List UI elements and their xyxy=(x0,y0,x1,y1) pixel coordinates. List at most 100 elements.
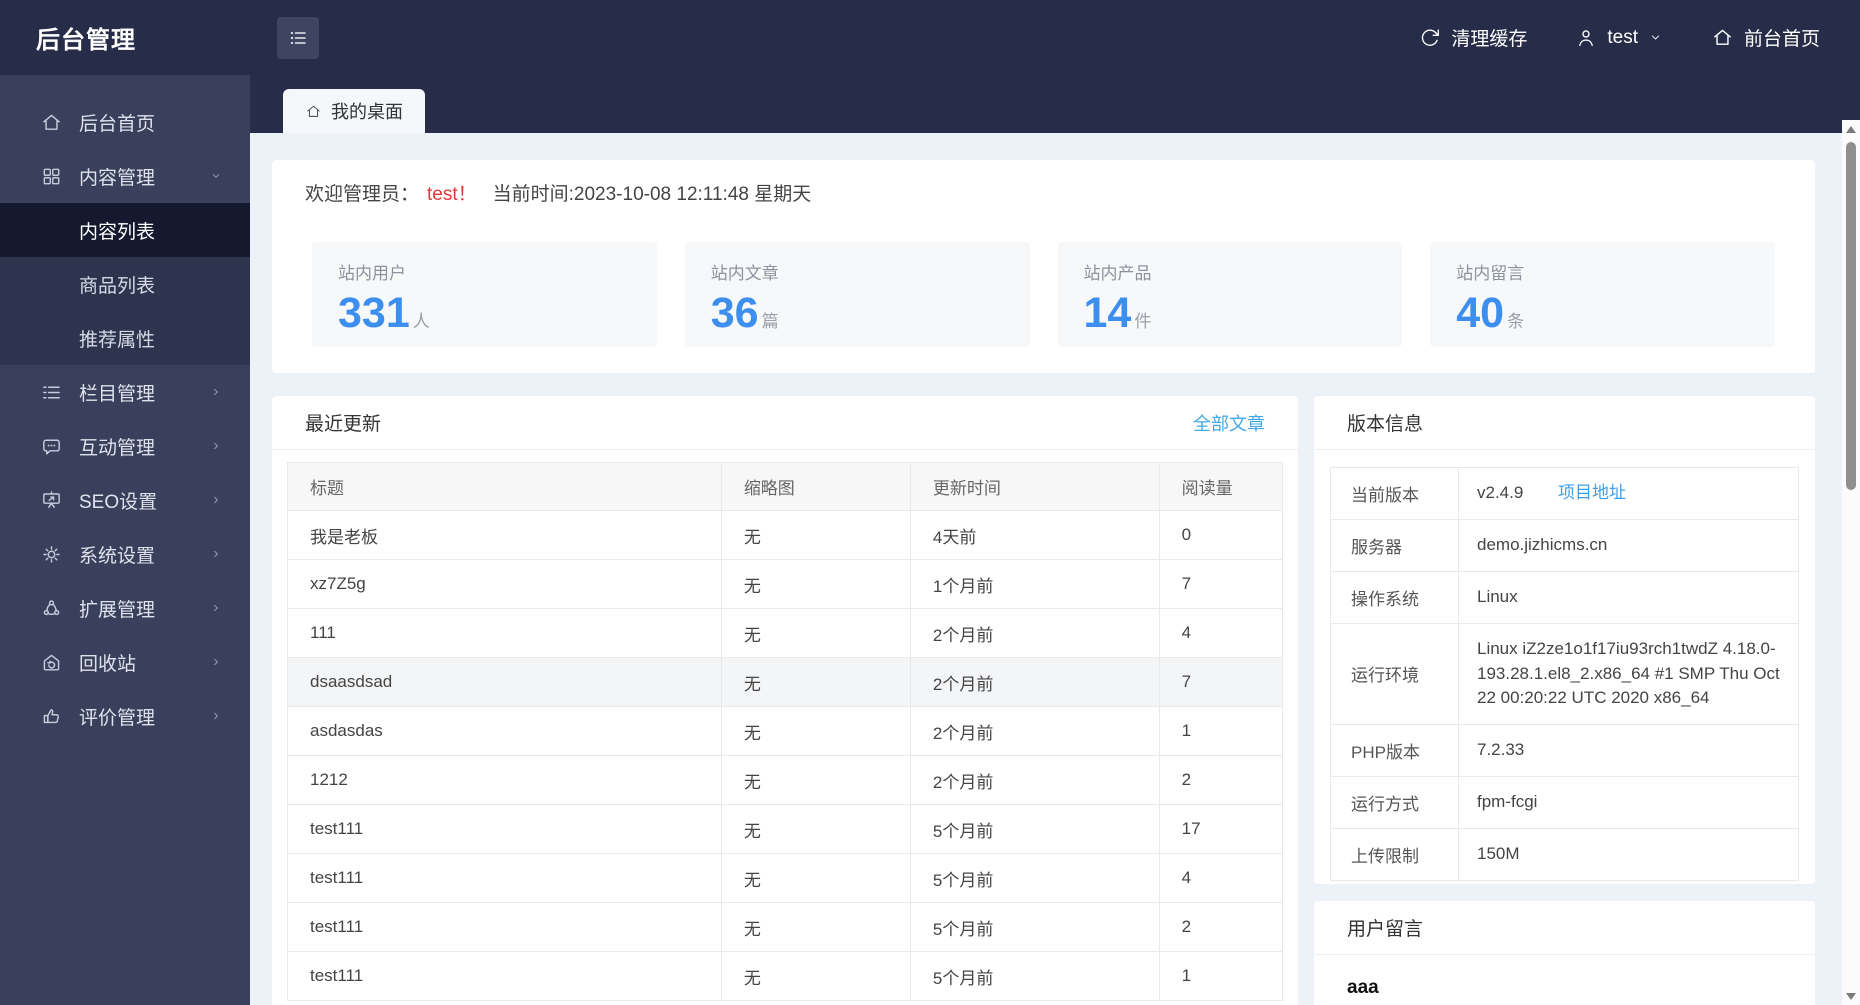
scroll-down-arrow[interactable] xyxy=(1846,993,1856,1000)
version-label: 运行环境 xyxy=(1330,623,1459,725)
table-row: xz7Z5g 无 1个月前 7 xyxy=(287,559,1284,609)
sidebar-item-content-mgmt[interactable]: 内容管理 xyxy=(0,149,250,203)
table-row: 1212 无 2个月前 2 xyxy=(287,755,1284,805)
chevron-right-icon xyxy=(214,712,218,720)
recycle-icon xyxy=(43,654,60,671)
sidebar-item-interaction-mgmt[interactable]: 互动管理 xyxy=(0,419,250,473)
cell-views: 0 xyxy=(1158,510,1284,560)
cell-views: 1 xyxy=(1158,951,1284,1001)
clear-cache-label: 清理缓存 xyxy=(1451,29,1528,50)
welcome-username: test！ xyxy=(427,183,477,205)
chevron-right-icon xyxy=(214,658,218,666)
version-label: 操作系统 xyxy=(1330,571,1459,624)
cell-title: dsaasdsad xyxy=(287,657,722,707)
username-label: test xyxy=(1607,26,1638,48)
sidebar-item-dashboard[interactable]: 后台首页 xyxy=(0,95,250,149)
cell-thumb: 无 xyxy=(720,853,911,903)
cell-title: test111 xyxy=(287,951,722,1001)
cell-time: 2个月前 xyxy=(909,657,1160,707)
version-value: 7.2.33 xyxy=(1458,723,1799,777)
sidebar-subitem-content-list[interactable]: 内容列表 xyxy=(0,203,250,257)
cell-views: 7 xyxy=(1158,559,1284,609)
sidebar-item-seo-settings[interactable]: SEO设置 xyxy=(0,473,250,527)
scroll-up-arrow[interactable] xyxy=(1846,126,1856,133)
stat-card-articles: 站内文章 36 篇 xyxy=(684,242,1030,347)
version-value: v2.4.9 项目地址 xyxy=(1458,467,1799,520)
sidebar-item-label: 互动管理 xyxy=(79,437,156,459)
sidebar-submenu-content: 内容列表 商品列表 推荐属性 xyxy=(0,203,250,365)
version-value: fpm-fcgi xyxy=(1458,775,1799,829)
message-item: aaa xyxy=(1347,977,1379,998)
project-url-link[interactable]: 项目地址 xyxy=(1558,483,1626,502)
tab-label: 我的桌面 xyxy=(331,102,403,122)
thumbs-up-icon xyxy=(43,708,59,723)
cell-thumb: 无 xyxy=(720,902,911,952)
sidebar-item-label: SEO设置 xyxy=(79,491,158,513)
cell-time: 2个月前 xyxy=(909,608,1160,658)
refresh-icon xyxy=(1422,29,1440,46)
cell-views: 4 xyxy=(1158,853,1284,903)
table-row: test111 无 5个月前 17 xyxy=(287,804,1284,854)
version-info-panel: 版本信息 当前版本 v2.4.9 项目地址 服务器 demo.jizhicms.… xyxy=(1314,396,1815,884)
user-messages-title: 用户留言 xyxy=(1347,919,1424,940)
cell-title: test111 xyxy=(287,902,722,952)
cell-views: 2 xyxy=(1158,902,1284,952)
sidebar-toggle-button[interactable] xyxy=(277,17,319,59)
stat-label: 站内文章 xyxy=(710,264,779,283)
cell-title: asdasdas xyxy=(287,706,722,756)
table-row: 我是老板 无 4天前 0 xyxy=(287,510,1284,560)
sidebar-item-review-mgmt[interactable]: 评价管理 xyxy=(0,689,250,743)
menu-list-icon xyxy=(290,31,306,45)
version-label: 上传限制 xyxy=(1330,827,1459,881)
sidebar-item-system-settings[interactable]: 系统设置 xyxy=(0,527,250,581)
current-time-text: 当前时间:2023-10-08 12:11:48 星期天 xyxy=(492,183,812,205)
version-row: 当前版本 v2.4.9 项目地址 xyxy=(1330,467,1799,520)
version-value: demo.jizhicms.cn xyxy=(1458,519,1799,572)
sidebar-item-column-mgmt[interactable]: 栏目管理 xyxy=(0,365,250,419)
sidebar: 后台首页 内容管理 内容列表 商品列表 推荐属性 栏目管理 互动管理 SEO设置… xyxy=(0,75,250,1005)
welcome-message: 欢迎管理员： test！ 当前时间:2023-10-08 12:11:48 星期… xyxy=(272,160,1815,224)
top-header: 后台管理 清理缓存 test 前台首页 xyxy=(0,0,1860,75)
table-row: test111 无 5个月前 4 xyxy=(287,853,1284,903)
chevron-right-icon xyxy=(214,442,218,450)
content-area: 我的桌面 欢迎管理员： test！ 当前时间:2023-10-08 12:11:… xyxy=(250,75,1860,1005)
main-scroll-area: 欢迎管理员： test！ 当前时间:2023-10-08 12:11:48 星期… xyxy=(250,133,1860,1005)
cell-title: 1212 xyxy=(287,755,722,805)
clear-cache-button[interactable]: 清理缓存 xyxy=(1419,24,1527,51)
version-row: 上传限制 150M xyxy=(1330,827,1799,881)
sidebar-item-recycle-bin[interactable]: 回收站 xyxy=(0,635,250,689)
chevron-down-icon xyxy=(212,174,220,178)
cell-views: 17 xyxy=(1158,804,1284,854)
sidebar-subitem-label: 商品列表 xyxy=(79,275,156,297)
version-label: 运行方式 xyxy=(1330,775,1459,829)
list-icon xyxy=(43,386,60,398)
sidebar-item-label: 回收站 xyxy=(79,653,137,675)
front-home-button[interactable]: 前台首页 xyxy=(1711,24,1820,51)
sidebar-item-label: 系统设置 xyxy=(79,545,156,567)
sidebar-subitem-goods-list[interactable]: 商品列表 xyxy=(0,257,250,311)
chevron-right-icon xyxy=(214,604,218,612)
content-scrollbar[interactable] xyxy=(1842,120,1860,1005)
user-icon xyxy=(1579,29,1594,46)
recent-updates-panel: 最近更新 全部文章 标题 缩略图 更新时间 阅读量 我是老板 无 4天前 0 x… xyxy=(272,396,1298,1005)
cell-time: 1个月前 xyxy=(909,559,1160,609)
nodes-icon xyxy=(43,599,60,615)
tab-my-desktop[interactable]: 我的桌面 xyxy=(283,89,425,133)
tab-strip: 我的桌面 xyxy=(250,75,1860,133)
sidebar-subitem-label: 内容列表 xyxy=(79,221,156,243)
version-row: 运行方式 fpm-fcgi xyxy=(1330,775,1799,829)
sidebar-item-extension-mgmt[interactable]: 扩展管理 xyxy=(0,581,250,635)
version-label: PHP版本 xyxy=(1330,723,1459,777)
cell-time: 2个月前 xyxy=(909,706,1160,756)
stat-cards-row: 站内用户 331 人 站内文章 36 篇 站内产品 14 件 站内留言 40 条 xyxy=(272,224,1815,347)
scrollbar-thumb[interactable] xyxy=(1846,142,1856,490)
stat-unit: 件 xyxy=(1134,312,1152,331)
table-row: test111 无 5个月前 1 xyxy=(287,951,1284,1001)
user-menu[interactable]: test xyxy=(1575,27,1663,49)
cell-thumb: 无 xyxy=(720,510,911,560)
version-value: 150M xyxy=(1458,827,1799,881)
all-articles-link[interactable]: 全部文章 xyxy=(1193,410,1265,436)
column-header-thumb: 缩略图 xyxy=(720,462,911,511)
sidebar-subitem-recommend-attr[interactable]: 推荐属性 xyxy=(0,311,250,365)
sidebar-item-label: 扩展管理 xyxy=(79,599,156,621)
